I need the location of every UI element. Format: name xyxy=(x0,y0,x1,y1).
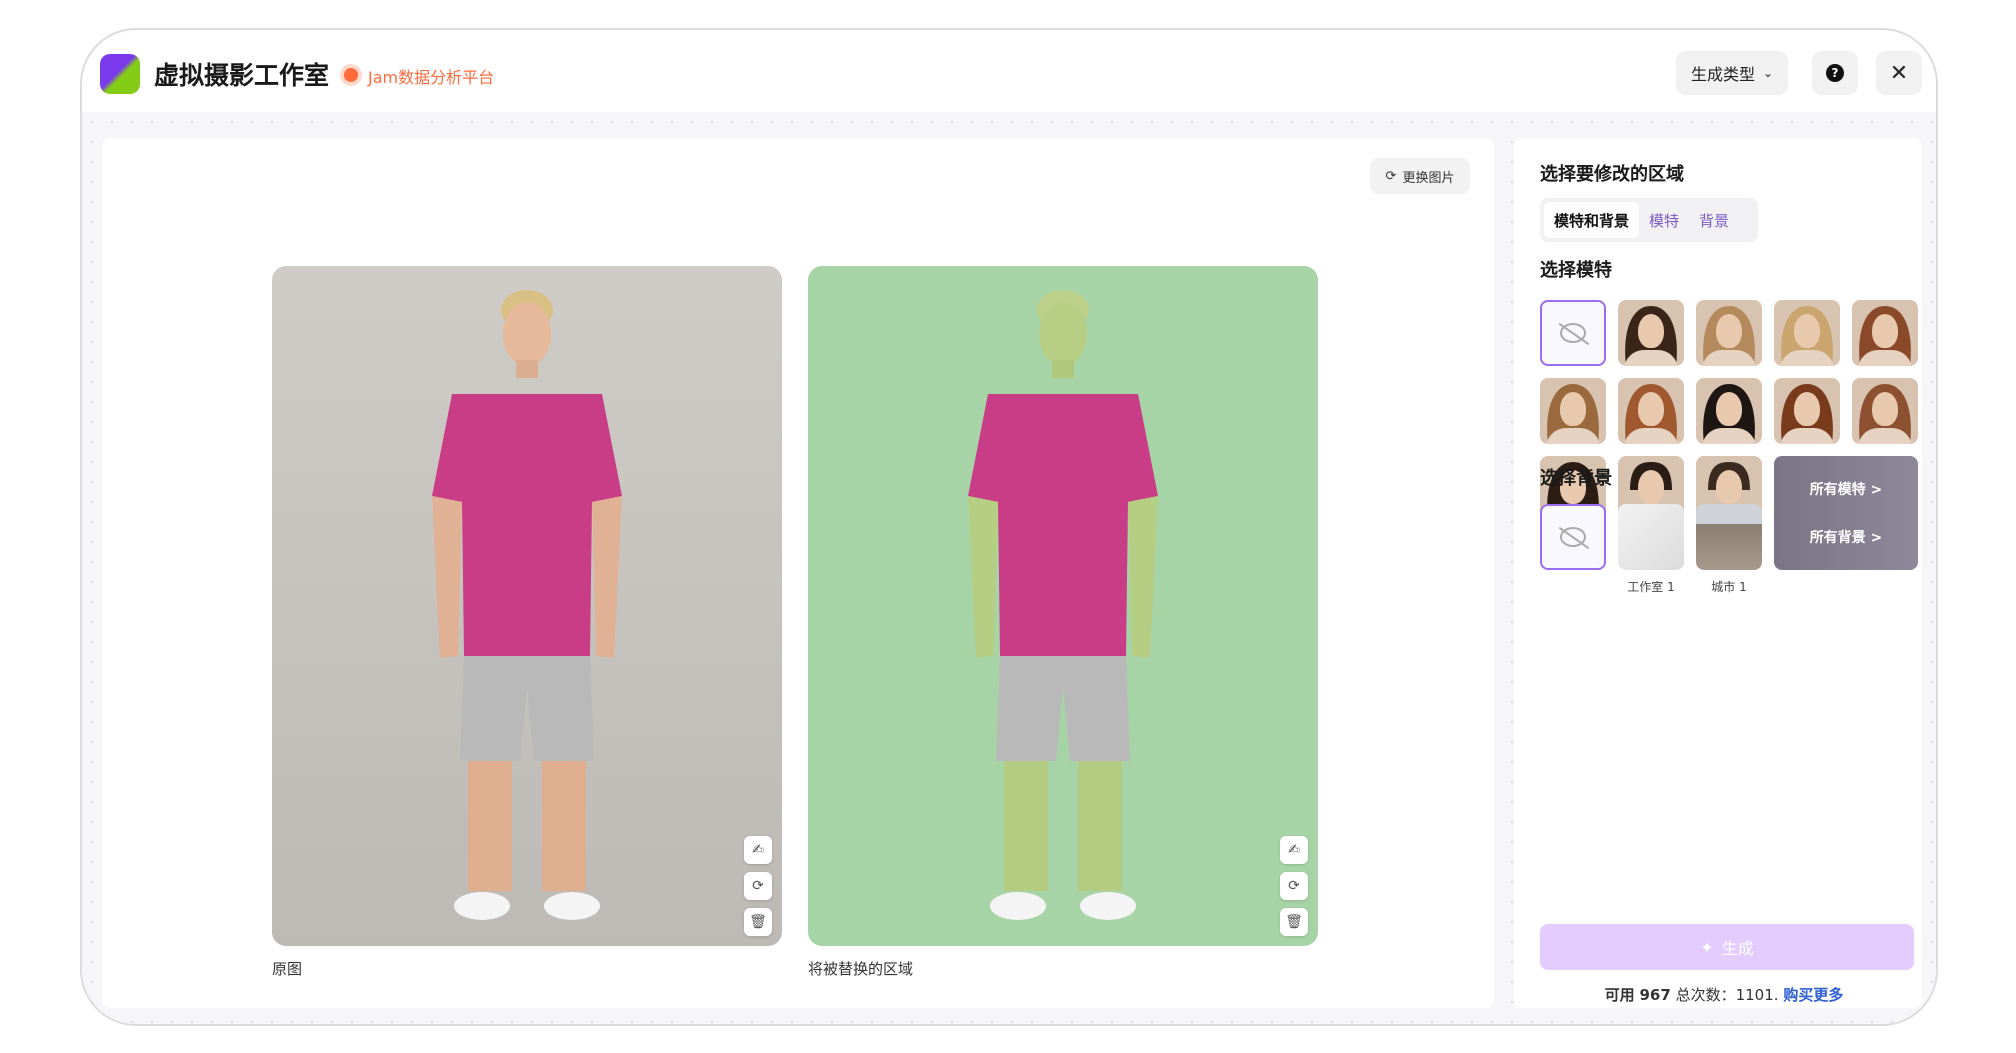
image-canvas: ⟳ 更换图片 ✍ ⟳ 🗑 ✍ ⟳ 🗑 原图 将被替换的区域 xyxy=(102,138,1494,1008)
eye-off-icon xyxy=(1560,323,1586,343)
brush-icon[interactable]: ✍ xyxy=(1280,836,1308,864)
swap-image-label: 更换图片 xyxy=(1402,170,1455,186)
generate-button[interactable]: ✦ 生成 xyxy=(1540,924,1914,970)
close-icon: ✕ xyxy=(1889,60,1909,86)
app-logo xyxy=(100,54,140,94)
image-tools: ✍ ⟳ 🗑 xyxy=(744,836,772,936)
city-label: 城市 1 xyxy=(1711,580,1747,594)
background-grid: 工作室 1 城市 1 所有背景 > xyxy=(1540,504,1918,594)
question-circle-icon: ? xyxy=(1826,64,1844,82)
eye-off-icon xyxy=(1560,527,1586,547)
quota-total-label: 总次数： xyxy=(1675,986,1736,1004)
buy-more-link[interactable]: 购买更多 xyxy=(1783,986,1843,1004)
model-thumbnail[interactable] xyxy=(1540,378,1606,444)
background-option-studio[interactable]: 工作室 1 xyxy=(1618,504,1684,594)
swap-icon: ⟳ xyxy=(1385,168,1397,184)
quota-available: 967 xyxy=(1639,986,1671,1004)
generate-label: 生成 xyxy=(1721,939,1754,958)
model-figure xyxy=(432,290,622,920)
replaced-caption: 将被替换的区域 xyxy=(808,960,914,978)
replaced-region-image: ✍ ⟳ 🗑 xyxy=(808,266,1318,946)
quota-total: 1101. xyxy=(1735,986,1779,1004)
region-segmented-control: 模特和背景 模特 背景 xyxy=(1540,198,1758,242)
trash-icon[interactable]: 🗑 xyxy=(1280,908,1308,936)
background-option-city[interactable]: 城市 1 xyxy=(1696,504,1762,594)
mask-tools: ✍ ⟳ 🗑 xyxy=(1280,836,1308,936)
background-title: 选择背景 xyxy=(1540,468,1612,489)
no-background-option[interactable] xyxy=(1540,504,1606,570)
app-window: 虚拟摄影工作室 Jam数据分析平台 生成类型 ⌄ ? ✕ ⟳ 更换图片 ✍ ⟳ … xyxy=(80,28,1938,1026)
model-thumbnail[interactable] xyxy=(1618,378,1684,444)
model-thumbnail[interactable] xyxy=(1696,378,1762,444)
city-thumbnail xyxy=(1696,504,1762,570)
refresh-icon[interactable]: ⟳ xyxy=(1280,872,1308,900)
quota-prefix: 可用 xyxy=(1604,986,1635,1004)
model-title: 选择模特 xyxy=(1540,260,1612,281)
generation-type-label: 生成类型 xyxy=(1690,65,1755,84)
workspace: ⟳ 更换图片 ✍ ⟳ 🗑 ✍ ⟳ 🗑 原图 将被替换的区域 选择要修改的区域 模… xyxy=(82,112,1936,1024)
tab-model-and-background[interactable]: 模特和背景 xyxy=(1544,202,1640,238)
no-model-option[interactable] xyxy=(1540,300,1606,366)
studio-thumbnail xyxy=(1618,504,1684,570)
brush-icon[interactable]: ✍ xyxy=(744,836,772,864)
original-caption: 原图 xyxy=(272,960,303,978)
platform-label: Jam数据分析平台 xyxy=(368,68,495,87)
trash-icon[interactable]: 🗑 xyxy=(744,908,772,936)
model-thumbnail[interactable] xyxy=(1618,300,1684,366)
status-dot-icon xyxy=(344,68,358,82)
model-thumbnail[interactable] xyxy=(1774,378,1840,444)
model-thumbnail[interactable] xyxy=(1852,300,1918,366)
model-thumbnail[interactable] xyxy=(1852,378,1918,444)
settings-panel: 选择要修改的区域 模特和背景 模特 背景 选择模特 所有模特 > 选择背景 工作… xyxy=(1514,138,1922,1008)
tab-background[interactable]: 背景 xyxy=(1689,202,1739,238)
sparkle-icon: ✦ xyxy=(1700,937,1714,957)
chevron-down-icon: ⌄ xyxy=(1762,66,1774,80)
original-image: ✍ ⟳ 🗑 xyxy=(272,266,782,946)
generation-type-dropdown[interactable]: 生成类型 ⌄ xyxy=(1676,51,1788,95)
swap-image-button[interactable]: ⟳ 更换图片 xyxy=(1370,158,1470,194)
app-title: 虚拟摄影工作室 xyxy=(154,61,330,90)
studio-label: 工作室 1 xyxy=(1627,580,1675,594)
region-title: 选择要修改的区域 xyxy=(1540,164,1684,185)
model-thumbnail[interactable] xyxy=(1774,300,1840,366)
tab-model[interactable]: 模特 xyxy=(1639,202,1689,238)
refresh-icon[interactable]: ⟳ xyxy=(744,872,772,900)
help-button[interactable]: ? xyxy=(1812,51,1858,95)
close-button[interactable]: ✕ xyxy=(1876,51,1922,95)
model-thumbnail[interactable] xyxy=(1696,300,1762,366)
all-backgrounds-button[interactable]: 所有背景 > xyxy=(1774,504,1918,570)
header: 虚拟摄影工作室 Jam数据分析平台 生成类型 ⌄ ? ✕ xyxy=(82,30,1936,112)
quota-info: 可用 967 总次数：1101. 购买更多 xyxy=(1514,984,1934,1005)
model-figure-masked xyxy=(968,290,1158,920)
